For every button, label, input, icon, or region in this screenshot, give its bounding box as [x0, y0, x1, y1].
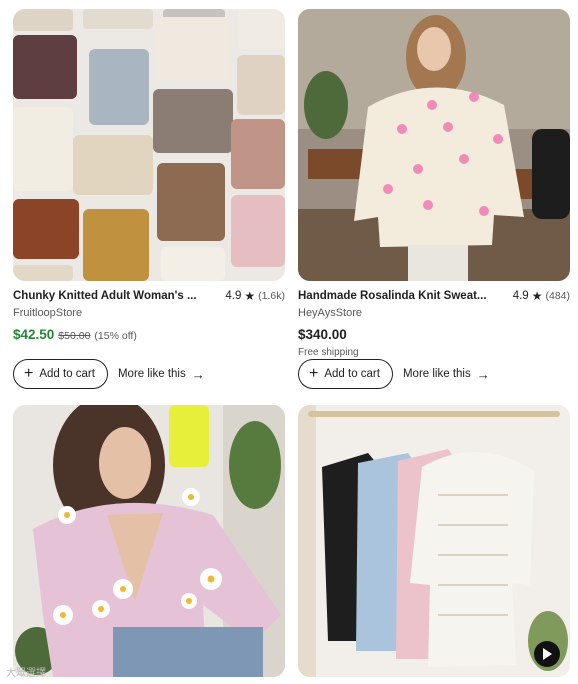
listing-title[interactable]: Chunky Knitted Adult Woman's ...	[13, 290, 197, 302]
star-icon: ★	[531, 289, 543, 303]
add-to-cart-label: Add to cart	[324, 368, 380, 380]
arrow-right-icon: →	[191, 366, 205, 382]
more-like-this-link[interactable]: More like this →	[118, 367, 205, 382]
more-like-this-label: More like this	[402, 368, 471, 380]
review-count: (1.6k)	[258, 290, 285, 302]
rating: 4.9 ★ (484)	[513, 290, 570, 302]
price: $340.00	[298, 327, 347, 342]
product-image-rosalinda-sweater[interactable]	[298, 9, 570, 281]
add-to-cart-label: Add to cart	[39, 368, 95, 380]
rating-value: 4.9	[225, 290, 242, 302]
more-like-this-label: More like this	[117, 368, 186, 380]
plus-icon: +	[309, 365, 319, 382]
listing-card-2[interactable]: Handmade Rosalinda Knit Sweat... 4.9 ★ (…	[298, 9, 570, 389]
listing-card-4[interactable]	[298, 405, 570, 677]
shop-name[interactable]: HeyAysStore	[298, 307, 570, 321]
add-to-cart-button[interactable]: + Add to cart	[298, 359, 393, 389]
play-video-button[interactable]	[534, 641, 560, 667]
price-row: $42.50 $50.00 (15% off)	[13, 327, 285, 345]
rating: 4.9 ★ (1.6k)	[225, 290, 285, 302]
more-like-this-link[interactable]: More like this →	[403, 367, 490, 382]
product-image-sweater-grid[interactable]	[13, 9, 285, 281]
arrow-right-icon: →	[476, 366, 490, 382]
listing-card-1[interactable]: Chunky Knitted Adult Woman's ... 4.9 ★ (…	[13, 9, 285, 389]
play-icon	[543, 648, 552, 660]
add-to-cart-button[interactable]: + Add to cart	[13, 359, 108, 389]
original-price: $50.00	[58, 330, 91, 342]
plus-icon: +	[24, 365, 34, 382]
rating-value: 4.9	[512, 290, 529, 302]
product-image-mesh-sweaters[interactable]	[298, 405, 570, 677]
star-icon: ★	[244, 289, 256, 303]
price-row: $340.00	[298, 327, 570, 345]
review-count: (484)	[545, 290, 570, 302]
discount-percent: (15% off)	[94, 330, 137, 342]
sale-price: $42.50	[13, 327, 55, 342]
watermark: 大眾選擇	[6, 668, 46, 679]
listing-card-3[interactable]	[13, 405, 285, 677]
product-image-flower-cardigan[interactable]	[13, 405, 285, 677]
listing-title[interactable]: Handmade Rosalinda Knit Sweat...	[298, 290, 487, 302]
shop-name[interactable]: FruitloopStore	[13, 307, 285, 321]
